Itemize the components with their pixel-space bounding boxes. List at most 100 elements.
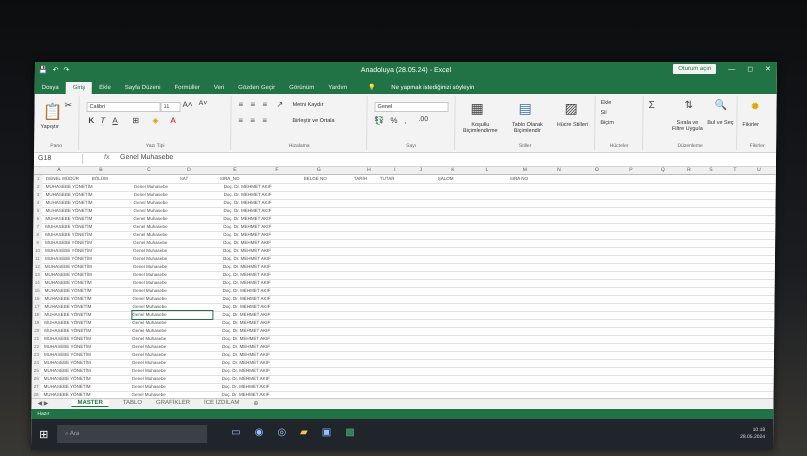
row-number[interactable]: 13 (32, 271, 42, 279)
row-number[interactable]: 24 (31, 359, 41, 367)
sheet-tab-grafikler[interactable]: GRAFİKLER (156, 400, 190, 407)
table-cell[interactable]: Doç. Dr. MEHMET AKIF (222, 303, 302, 311)
row-number[interactable]: 3 (33, 191, 43, 199)
name-box[interactable]: G18 (35, 154, 84, 164)
tab-formuller[interactable]: Formüller (167, 85, 206, 94)
column-header-p[interactable]: P (616, 167, 646, 173)
column-header-a[interactable]: A (44, 167, 74, 173)
row-number[interactable]: 23 (31, 351, 42, 359)
conditional-format-icon[interactable]: ▦ (470, 100, 483, 117)
table-cell[interactable]: Genel Muhasebe (133, 263, 213, 271)
align-middle-icon[interactable]: ≡ (251, 100, 256, 109)
table-cell[interactable]: Doç. Dr. MEHMET AKIF (224, 183, 304, 191)
table-cell[interactable]: Genel Muhasebe (132, 319, 212, 327)
format-cells-button[interactable]: Biçim (600, 120, 614, 126)
table-cell[interactable]: MUHASEBE YÖNETİM (45, 231, 125, 239)
sort-filter-icon[interactable]: ⇅ (685, 100, 694, 111)
align-right-icon[interactable]: ≡ (262, 116, 267, 125)
table-cell[interactable]: Genel Muhasebe (133, 231, 213, 239)
table-cell[interactable]: MUHASEBE YÖNETİM (44, 351, 124, 359)
table-cell[interactable]: Doç. Dr. MEHMET AKIF (222, 383, 302, 391)
font-grow-icon[interactable]: A˄ (183, 100, 193, 109)
table-cell[interactable]: Genel Muhasebe (134, 191, 214, 199)
table-cell[interactable]: Genel Muhasebe (134, 183, 214, 191)
row-number[interactable]: 7 (33, 223, 43, 231)
table-cell[interactable]: Genel Muhasebe (132, 383, 212, 391)
table-cell[interactable]: Genel Muhasebe (133, 279, 213, 287)
cell-styles-button[interactable]: Hücre Stilleri (552, 122, 592, 128)
decimal-icon[interactable]: .00 (418, 116, 428, 123)
store-icon[interactable]: ▣ (322, 427, 332, 438)
column-header-g[interactable]: G (304, 167, 334, 173)
column-header-n[interactable]: N (544, 167, 574, 173)
table-cell[interactable]: Doç. Dr. MEHMET AKIF (222, 391, 302, 398)
table-cell[interactable]: Doç. Dr. MEHMET AKIF (223, 271, 303, 279)
table-cell[interactable]: MUHASEBE YÖNETİM (46, 199, 126, 207)
row-number[interactable]: 26 (31, 375, 41, 383)
table-cell[interactable]: Genel Muhasebe (133, 287, 213, 295)
align-bottom-icon[interactable]: ≡ (263, 100, 268, 109)
spreadsheet-grid[interactable]: ABCDEFGHIJKLMNOPQRSTU 1 GENEL MÜDÜR BÖLÜM S… (31, 167, 776, 398)
font-color-icon[interactable]: A (170, 116, 175, 125)
add-sheet-icon[interactable]: ⊕ (253, 400, 258, 407)
table-cell[interactable]: MUHASEBE YÖNETİM (45, 223, 125, 231)
row-number[interactable]: 12 (32, 263, 42, 271)
tab-yardim[interactable]: Yardım (321, 85, 354, 94)
number-format-select[interactable]: Genel (374, 102, 449, 112)
column-header-u[interactable]: U (744, 167, 774, 173)
table-cell[interactable]: Doç. Dr. MEHMET AKIF (222, 311, 302, 319)
table-cell[interactable]: MUHASEBE YÖNETİM (45, 215, 125, 223)
table-cell[interactable]: Doç. Dr. MEHMET AKIF (223, 247, 303, 255)
table-cell[interactable]: MUHASEBE YÖNETİM (45, 255, 125, 263)
bold-icon[interactable]: K (88, 116, 94, 125)
table-cell[interactable]: MUHASEBE YÖNETİM (45, 279, 125, 287)
row-number[interactable]: 11 (32, 255, 43, 263)
table-cell[interactable]: Doç. Dr. MEHMET AKIF (222, 351, 302, 359)
table-cell[interactable]: MUHASEBE YÖNETİM (44, 359, 124, 367)
windows-start-icon[interactable]: ⊞ (39, 428, 48, 441)
table-cell[interactable]: MUHASEBE YÖNETİM (44, 367, 124, 375)
row-number[interactable]: 5 (33, 207, 43, 215)
column-header-e[interactable]: E (220, 167, 250, 173)
find-icon[interactable]: 🔍 (715, 100, 728, 111)
row-number[interactable]: 4 (33, 199, 43, 207)
table-cell[interactable]: MUHASEBE YÖNETİM (46, 183, 126, 191)
chrome-icon[interactable]: ◎ (277, 427, 286, 438)
row-number[interactable]: 8 (33, 231, 43, 239)
table-cell[interactable]: MUHASEBE YÖNETİM (45, 287, 125, 295)
table-cell[interactable]: Doç. Dr. MEHMET AKIF (223, 239, 303, 247)
row-number[interactable]: 2 (33, 183, 43, 191)
table-cell[interactable]: Genel Muhasebe (132, 327, 212, 335)
column-header-l[interactable]: L (472, 167, 502, 173)
row-number[interactable]: 14 (32, 279, 42, 287)
currency-icon[interactable]: 💱 (374, 116, 384, 125)
format-as-table-icon[interactable]: ▤ (518, 100, 531, 117)
italic-icon[interactable]: T (100, 116, 105, 125)
merge-center-button[interactable]: Birleştir ve Ortala (292, 118, 334, 124)
tab-gozden-gecir[interactable]: Gözden Geçir (231, 85, 282, 94)
row-number[interactable]: 18 (32, 311, 42, 319)
font-shrink-icon[interactable]: A˅ (199, 100, 208, 107)
comma-icon[interactable]: ‚ (404, 116, 406, 125)
table-cell[interactable]: Genel Muhasebe (133, 223, 213, 231)
table-cell[interactable]: MUHASEBE YÖNETİM (45, 207, 125, 215)
conditional-format-button[interactable]: Koşullu Biçimlendirme (458, 122, 502, 134)
task-view-icon[interactable]: ▭ (231, 427, 241, 438)
table-cell[interactable]: Genel Muhasebe (132, 343, 212, 351)
column-header-b[interactable]: B (86, 167, 116, 173)
paste-button[interactable]: Yapıştır (40, 124, 59, 130)
paste-icon[interactable]: 📋 (42, 102, 62, 122)
column-header-d[interactable]: D (174, 167, 204, 173)
excel-taskbar-icon[interactable]: ▩ (345, 427, 355, 438)
font-name-select[interactable]: Calibri (86, 102, 161, 112)
table-cell[interactable]: MUHASEBE YÖNETİM (44, 311, 124, 319)
table-cell[interactable]: Doç. Dr. MEHMET AKIF (223, 287, 303, 295)
cut-icon[interactable]: ✂ (65, 100, 73, 111)
table-cell[interactable]: Doç. Dr. MEHMET AKIF (222, 375, 302, 383)
table-cell[interactable]: MUHASEBE YÖNETİM (44, 303, 124, 311)
tab-sayfa-duzeni[interactable]: Sayfa Düzeni (118, 85, 168, 94)
table-cell[interactable]: MUHASEBE YÖNETİM (45, 271, 125, 279)
row-number[interactable]: 28 (31, 391, 41, 398)
table-cell[interactable]: Genel Muhasebe (133, 247, 213, 255)
table-cell[interactable]: Genel Muhasebe (132, 359, 212, 367)
